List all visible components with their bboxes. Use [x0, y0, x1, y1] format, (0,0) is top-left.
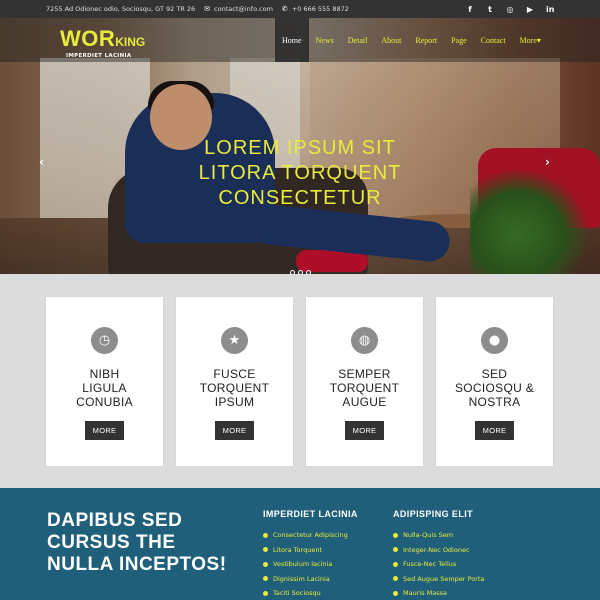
footer-column-2: ADIPISPING ELIT Nulla-Quis Sem Integer-N… — [393, 509, 484, 600]
footer-link[interactable]: Nulla-Quis Sem — [393, 528, 484, 543]
bullet-icon — [393, 532, 398, 538]
service-card: ● SED SOCIOSQU & NOSTRA MORE — [436, 297, 553, 466]
twitter-icon[interactable]: t — [486, 5, 494, 14]
star-icon: ★ — [221, 327, 248, 354]
logo-tagline: IMPERDIET LACINIA — [66, 53, 132, 59]
services-section: ◷ NIBH LIGULA CONUBIA MORE ★ FUSCE TORQU… — [0, 274, 600, 488]
chevron-left-icon[interactable]: ‹ — [39, 155, 44, 169]
service-card: ◷ NIBH LIGULA CONUBIA MORE — [46, 297, 163, 466]
bullet-icon — [393, 547, 398, 553]
linkedin-icon[interactable]: in — [546, 5, 554, 14]
social-links: f t ◎ ▶ in — [466, 5, 554, 14]
nav-item-report[interactable]: Report — [408, 18, 444, 62]
more-button[interactable]: MORE — [85, 421, 124, 440]
nav-item-home[interactable]: Home — [275, 18, 309, 62]
bullet-icon — [263, 590, 268, 596]
more-button[interactable]: MORE — [475, 421, 514, 440]
phone-text: ✆ +0 666 555 8872 — [281, 5, 349, 13]
footer-link[interactable]: Taciti Sociosqu — [263, 586, 358, 600]
footer-link[interactable]: Consectetur Adipiscing — [263, 528, 358, 543]
bullet-icon — [393, 576, 398, 582]
more-button[interactable]: MORE — [215, 421, 254, 440]
service-title: NIBH LIGULA CONUBIA — [76, 367, 133, 409]
instagram-icon[interactable]: ◎ — [506, 5, 514, 14]
footer-link[interactable]: Litora Torquent — [263, 543, 358, 558]
footer-column-title: ADIPISPING ELIT — [393, 509, 474, 519]
bullet-icon — [263, 532, 268, 538]
chevron-right-icon[interactable]: › — [545, 155, 550, 169]
service-title: FUSCE TORQUENT IPSUM — [199, 367, 270, 409]
bullet-icon — [393, 561, 398, 567]
user-icon: ● — [481, 327, 508, 354]
address-text: 7255 Ad Odionec odio, Sociosqu, GT 92 TR… — [46, 5, 196, 13]
nav-item-about[interactable]: About — [374, 18, 408, 62]
footer-link[interactable]: Integer-Nec Odionec — [393, 543, 484, 558]
footer-link[interactable]: Sed Augue Semper Porta — [393, 572, 484, 587]
footer-link[interactable]: Dignissim Lacinia — [263, 572, 358, 587]
footer-headline: DAPIBUS SED CURSUS THE NULLA INCEPTOS! — [47, 510, 227, 575]
top-bar: 7255 Ad Odionec odio, Sociosqu, GT 92 TR… — [0, 0, 600, 18]
bullet-icon — [263, 561, 268, 567]
service-title: SED SOCIOSQU & NOSTRA — [454, 367, 534, 409]
facebook-icon[interactable]: f — [466, 5, 474, 14]
footer-column-title: IMPERDIET LACINIA — [263, 509, 358, 519]
nav-item-more[interactable]: More▾ — [513, 18, 548, 62]
youtube-icon[interactable]: ▶ — [526, 5, 534, 14]
nav-menu: Home News Detail About Report Page Conta… — [275, 18, 548, 62]
nav-item-detail[interactable]: Detail — [341, 18, 375, 62]
footer-link[interactable]: Vestibulum lacinia — [263, 557, 358, 572]
nav-item-news[interactable]: News — [309, 18, 341, 62]
footer-column-1: IMPERDIET LACINIA Consectetur Adipiscing… — [263, 509, 358, 600]
service-title: SEMPER TORQUENT AUGUE — [329, 367, 400, 409]
footer-link[interactable]: Fusce-Nec Tellus — [393, 557, 484, 572]
nav-item-page[interactable]: Page — [444, 18, 474, 62]
site-logo[interactable]: WORKING IMPERDIET LACINIA — [60, 26, 145, 59]
envelope-icon: ✉ — [204, 5, 211, 13]
contact-info: 7255 Ad Odionec odio, Sociosqu, GT 92 TR… — [46, 5, 349, 13]
hero-headline: LOREM IPSUM SIT LITORA TORQUENT CONSECTE… — [198, 137, 402, 209]
globe-icon: ◍ — [351, 327, 378, 354]
service-card: ◍ SEMPER TORQUENT AUGUE MORE — [306, 297, 423, 466]
email-link[interactable]: ✉ contact@info.com — [204, 5, 273, 13]
phone-icon: ✆ — [281, 5, 288, 13]
main-navbar: WORKING IMPERDIET LACINIA Home News Deta… — [0, 18, 600, 62]
bullet-icon — [393, 590, 398, 596]
nav-item-contact[interactable]: Contact — [474, 18, 513, 62]
footer-link[interactable]: Mauris Massa — [393, 586, 484, 600]
clock-icon: ◷ — [91, 327, 118, 354]
footer-section: DAPIBUS SED CURSUS THE NULLA INCEPTOS! I… — [0, 488, 600, 600]
more-button[interactable]: MORE — [345, 421, 384, 440]
service-card: ★ FUSCE TORQUENT IPSUM MORE — [176, 297, 293, 466]
bullet-icon — [263, 576, 268, 582]
bullet-icon — [263, 547, 268, 553]
